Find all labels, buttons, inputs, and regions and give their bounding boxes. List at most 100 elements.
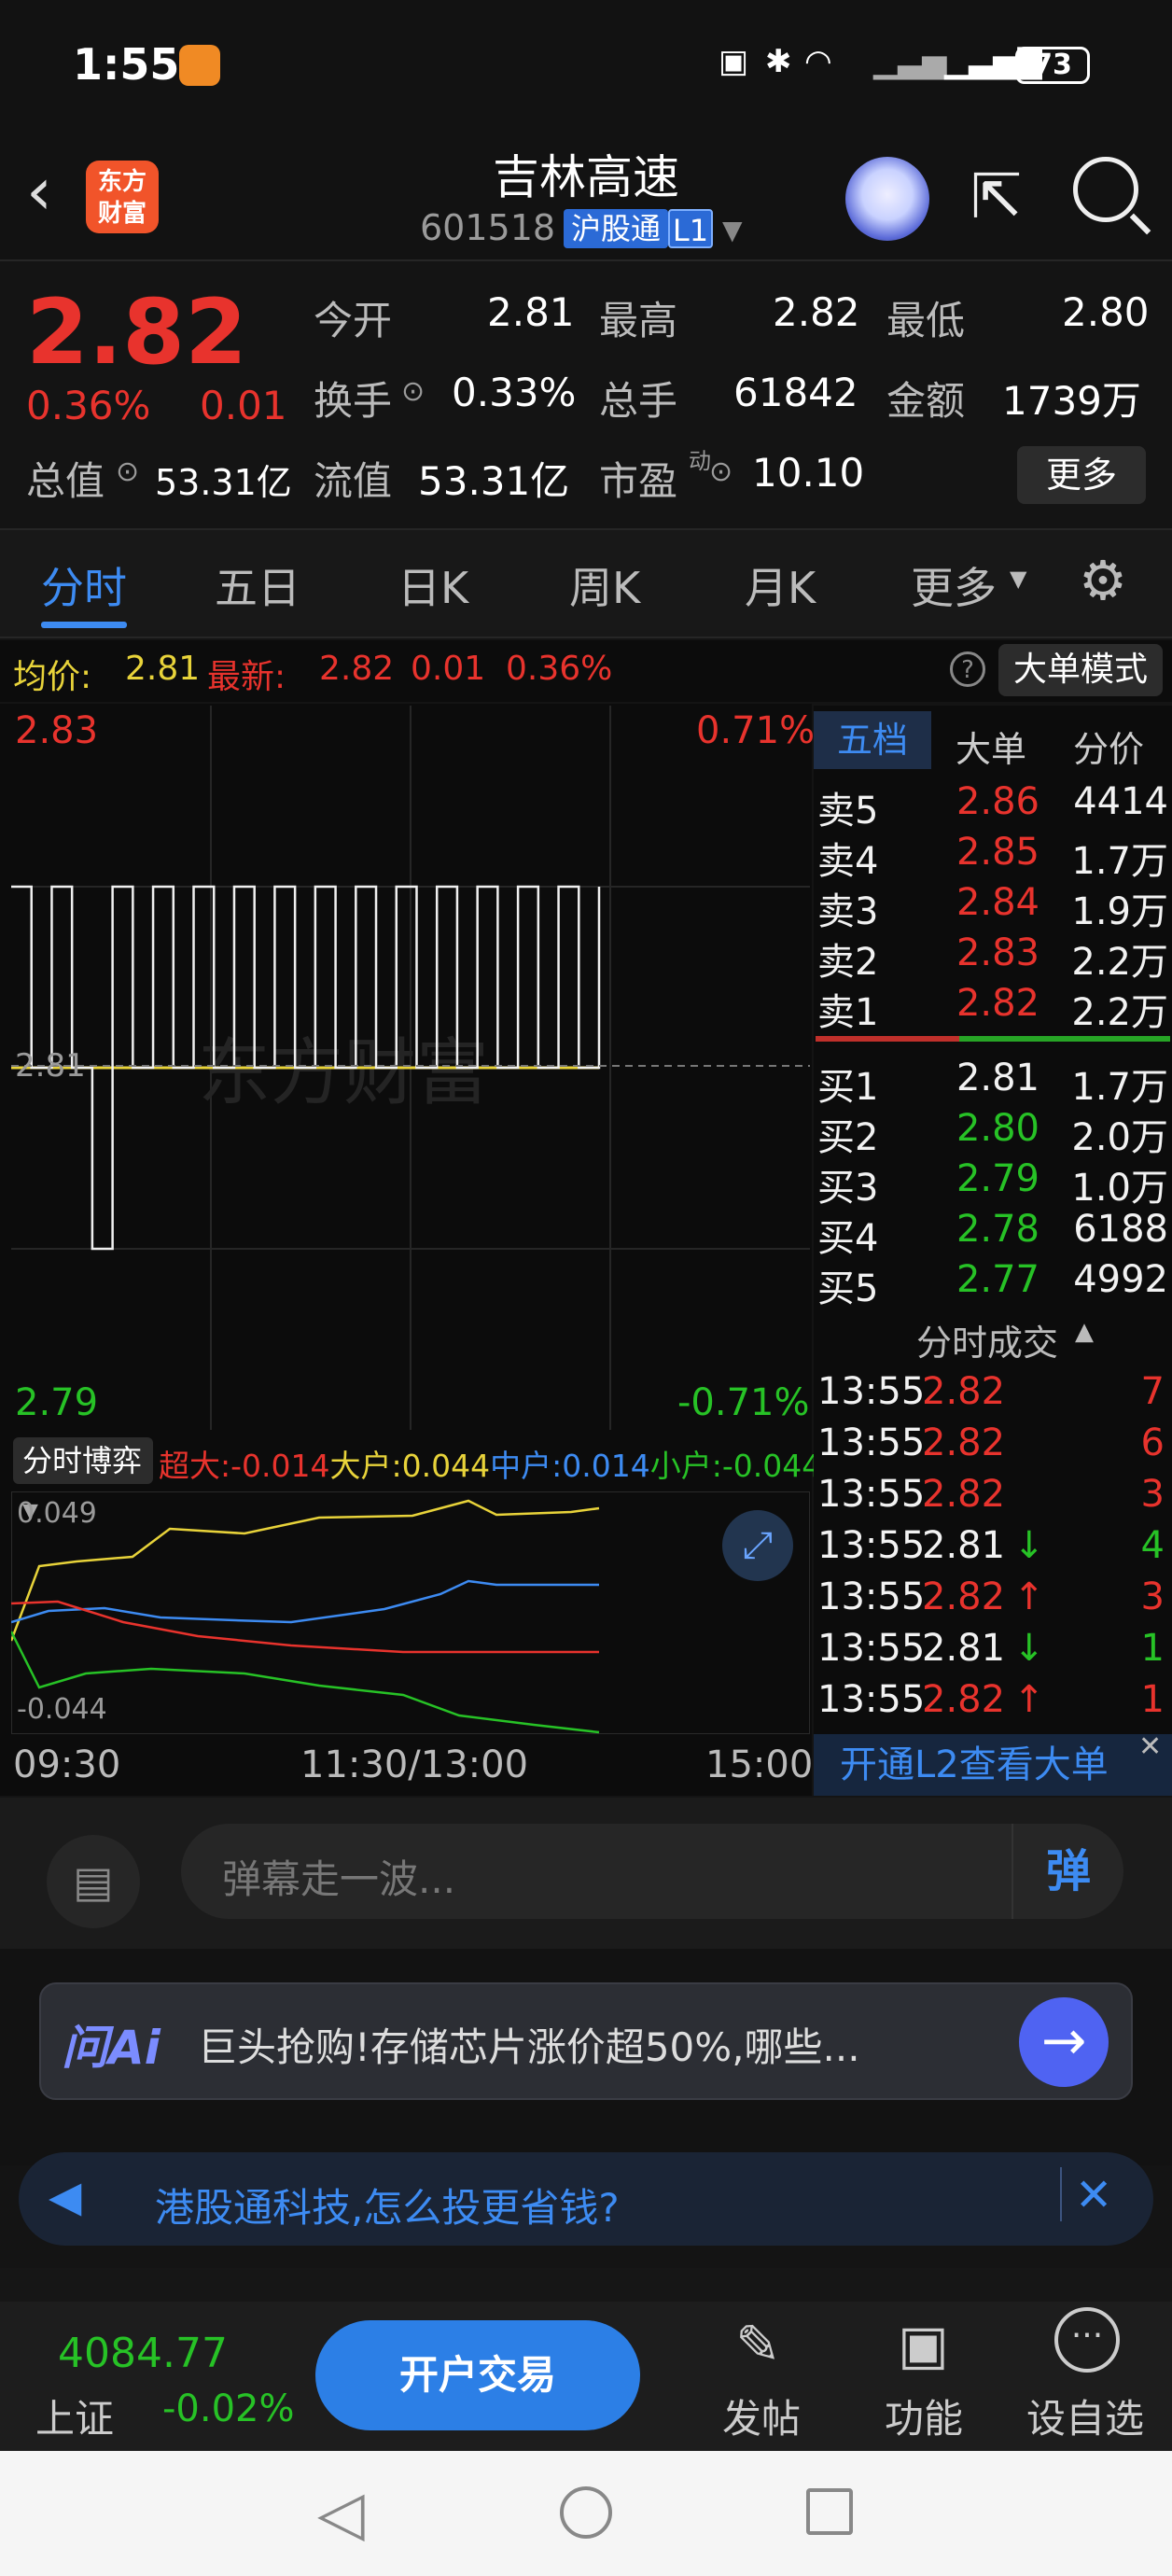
subchart-y-top: 0.049	[17, 1497, 97, 1530]
close-icon[interactable]: ✕	[1138, 1730, 1162, 1763]
edit-icon[interactable]: ✎	[735, 2313, 781, 2376]
hidden-tabs-strip	[0, 2268, 1172, 2305]
x-axis-mid: 11:30/13:00	[300, 1743, 529, 1786]
bid-volume: 4992	[1073, 1258, 1168, 1301]
bid-price: 2.79	[956, 1157, 1039, 1200]
trades-title[interactable]: 分时成交	[916, 1314, 1058, 1365]
index-name[interactable]: 上证	[35, 2387, 114, 2444]
flow-legend: 超大:-0.014大户:0.044中户:0.014小户:-0.044	[159, 1441, 821, 1486]
ask-label: 卖3	[817, 890, 879, 933]
open-account-button[interactable]: 开户交易	[315, 2320, 640, 2430]
danmu-settings-icon[interactable]: ▤	[47, 1835, 140, 1928]
book-tab-five[interactable]: 五档	[814, 711, 931, 769]
post-button[interactable]: 发帖	[722, 2387, 801, 2444]
open-value: 2.81	[487, 289, 575, 335]
nav-home-icon[interactable]	[560, 2486, 612, 2539]
mktcap-label: 总值	[26, 458, 105, 504]
close-icon[interactable]: ✕	[1075, 2169, 1112, 2221]
bid-label: 买1	[817, 1066, 879, 1109]
trade-direction-icon: ↑	[1013, 1575, 1045, 1618]
trade-volume: 3	[1140, 1575, 1165, 1618]
l2-banner[interactable]: 开通L2查看大单	[814, 1734, 1172, 1796]
pe-label: 市盈	[599, 458, 678, 504]
latest-pct: 0.36%	[506, 650, 613, 688]
robot-assistant-icon[interactable]	[845, 157, 929, 241]
tab-week-k[interactable]: 周K	[569, 554, 640, 616]
ask-price: 2.84	[956, 881, 1039, 924]
tab-month-k[interactable]: 月K	[745, 554, 816, 616]
apps-icon[interactable]: ▣	[898, 2313, 949, 2376]
caret-down-icon[interactable]: ▼	[1010, 566, 1026, 592]
flow-subchart[interactable]	[11, 1491, 810, 1734]
nav-back-icon[interactable]: ◁	[317, 2477, 365, 2549]
caret-up-icon[interactable]: ▲	[1075, 1318, 1094, 1346]
trade-volume: 6	[1140, 1421, 1165, 1464]
ask-label: 卖2	[817, 941, 879, 984]
notice-divider	[1060, 2167, 1062, 2221]
trade-volume: 7	[1140, 1370, 1165, 1413]
add-watchlist-button[interactable]: 设自选	[1026, 2387, 1144, 2444]
info-icon[interactable]: ⊙	[709, 455, 732, 488]
index-value[interactable]: 4084.77	[58, 2330, 228, 2377]
tab-active-indicator	[41, 622, 127, 628]
tab-day-k[interactable]: 日K	[398, 554, 468, 616]
tab-five-day[interactable]: 五日	[215, 554, 300, 616]
indicator-selector[interactable]: 分时博弈 ▼	[13, 1437, 153, 1523]
function-button[interactable]: 功能	[885, 2387, 963, 2444]
index-change[interactable]: -0.02%	[162, 2387, 295, 2430]
ask-price: 2.83	[956, 931, 1039, 974]
trade-price: 2.81	[922, 1627, 1006, 1670]
avg-value: 2.81	[125, 650, 201, 688]
search-icon[interactable]	[1073, 157, 1138, 222]
x-axis-start: 09:30	[13, 1743, 121, 1786]
bid-volume: 2.0万	[1071, 1116, 1168, 1159]
ask-volume: 4414	[1073, 780, 1168, 823]
big-value: 0.044	[401, 1448, 491, 1484]
bid-label: 买4	[817, 1217, 879, 1260]
trade-price: 2.82	[922, 1678, 1006, 1721]
ask-bid-divider-green	[959, 1036, 1170, 1042]
notification-app-icon	[179, 45, 220, 86]
app-root: 1:55 ▣ ✱ ◠ ▁▃▅ ▁▃▅▇ 73 ‹ 东方 财富 吉林高速 6015…	[0, 0, 1172, 2576]
bid-label: 买5	[817, 1267, 879, 1310]
bluetooth-icon: ✱	[765, 43, 792, 80]
share-icon[interactable]: ⇱	[970, 161, 1022, 232]
trade-direction-icon: ↓	[1013, 1524, 1045, 1567]
level-badge[interactable]: L1	[668, 209, 713, 248]
hgt-badge[interactable]: 沪股通	[564, 209, 669, 248]
pct-axis-bottom: -0.71%	[677, 1381, 810, 1424]
book-tab-big[interactable]: 大单	[956, 721, 1026, 772]
danmu-send-button[interactable]: 弹	[1012, 1824, 1123, 1919]
l2-banner-text: 开通L2查看大单	[840, 1743, 1109, 1786]
bid-price: 2.80	[956, 1107, 1039, 1150]
ai-prompt-text: 巨头抢购!存储芯片涨价超50%,哪些...	[198, 2024, 860, 2070]
big-order-mode-button[interactable]: 大单模式	[998, 644, 1163, 696]
latest-value: 2.82	[319, 650, 395, 688]
super-value: -0.014	[230, 1448, 330, 1484]
x-axis-end: 15:00	[705, 1743, 814, 1786]
ask-volume: 1.7万	[1071, 840, 1168, 883]
help-icon[interactable]: ?	[950, 651, 985, 687]
latest-change: 0.01	[411, 650, 486, 688]
amount-value: 1739万	[1002, 378, 1141, 424]
trade-time: 13:55	[817, 1678, 926, 1721]
gear-icon[interactable]: ⚙	[1079, 549, 1127, 612]
nav-recents-icon[interactable]	[806, 2488, 853, 2535]
more-dots-icon[interactable]: ···	[1054, 2307, 1120, 2373]
amount-label: 金额	[886, 378, 966, 424]
tab-more[interactable]: 更多	[911, 554, 997, 616]
intraday-chart[interactable]: 东方财富	[11, 706, 810, 1430]
more-button[interactable]: 更多	[1017, 446, 1146, 504]
info-icon[interactable]: ⊙	[116, 455, 139, 488]
small-label: 小户:	[649, 1448, 722, 1484]
avg-label: 均价:	[13, 658, 92, 696]
bid-price: 2.77	[956, 1258, 1039, 1301]
book-tab-price[interactable]: 分价	[1073, 721, 1144, 772]
tab-intraday[interactable]: 分时	[41, 554, 127, 616]
caret-down-icon[interactable]: ▼	[722, 215, 743, 245]
trade-price: 2.82	[922, 1473, 1006, 1516]
pe-superscript: 动	[689, 448, 711, 474]
arrow-right-icon[interactable]: →	[1019, 1997, 1109, 2087]
info-icon[interactable]: ⊙	[401, 375, 425, 408]
expand-icon[interactable]: ⤢	[722, 1510, 793, 1581]
